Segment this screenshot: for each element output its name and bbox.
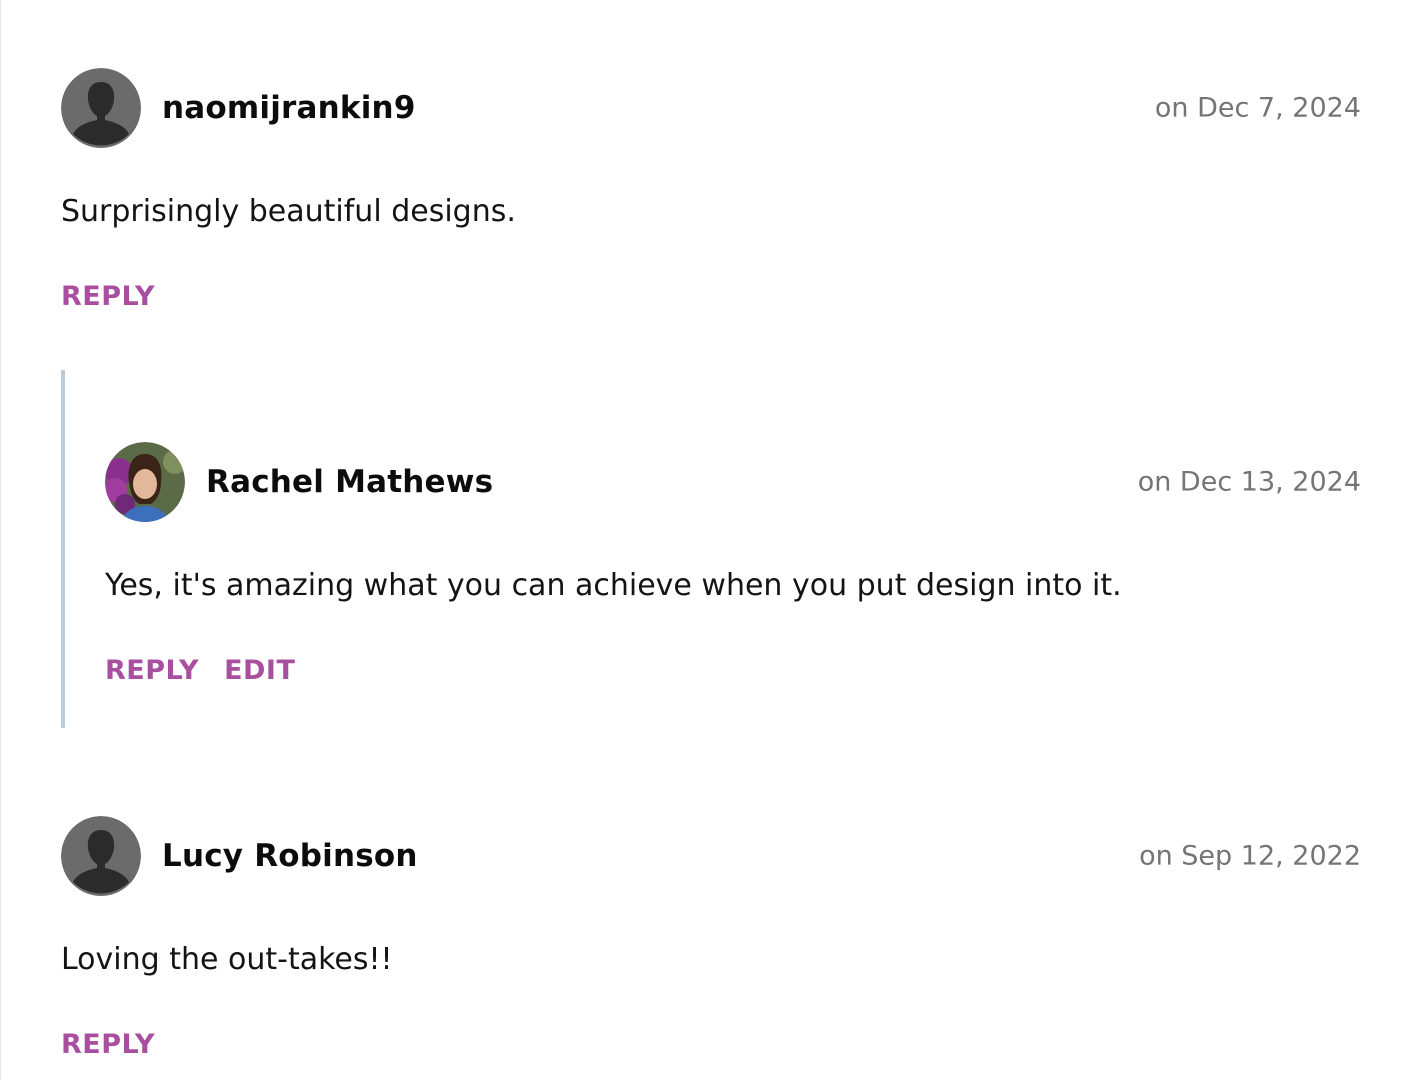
edit-button[interactable]: EDIT (224, 655, 295, 686)
comment-actions: REPLY (61, 281, 155, 312)
page-left-border (0, 0, 1, 1080)
comment-item: Lucy Robinson on Sep 12, 2022 Loving the… (61, 816, 1361, 1066)
comment-actions: REPLY (61, 1029, 155, 1060)
comment-author[interactable]: naomijrankin9 (162, 90, 416, 126)
comment-text: Surprisingly beautiful designs. (61, 194, 516, 229)
comment-header: Rachel Mathews on Dec 13, 2024 (105, 442, 1361, 522)
comment-date: on Sep 12, 2022 (1139, 840, 1361, 872)
comment-actions: REPLY EDIT (105, 655, 295, 686)
reply-button[interactable]: REPLY (61, 281, 155, 312)
reply-thread-line (61, 370, 65, 728)
comment-author[interactable]: Rachel Mathews (206, 464, 493, 500)
comment-date: on Dec 13, 2024 (1137, 466, 1361, 498)
default-avatar-icon[interactable] (61, 68, 141, 148)
comment-header: Lucy Robinson on Sep 12, 2022 (61, 816, 1361, 896)
comment-author[interactable]: Lucy Robinson (162, 838, 418, 874)
comment-text: Loving the out-takes!! (61, 942, 393, 977)
user-photo-avatar[interactable] (105, 442, 185, 522)
reply-button[interactable]: REPLY (105, 655, 199, 686)
reply-button[interactable]: REPLY (61, 1029, 155, 1060)
comment-date: on Dec 7, 2024 (1154, 92, 1361, 124)
comment-header: naomijrankin9 on Dec 7, 2024 (61, 68, 1361, 148)
default-avatar-icon[interactable] (61, 816, 141, 896)
comment-item: naomijrankin9 on Dec 7, 2024 Surprisingl… (61, 68, 1361, 318)
reply-comment-item: Rachel Mathews on Dec 13, 2024 Yes, it's… (105, 442, 1361, 692)
comment-text: Yes, it's amazing what you can achieve w… (105, 568, 1122, 603)
